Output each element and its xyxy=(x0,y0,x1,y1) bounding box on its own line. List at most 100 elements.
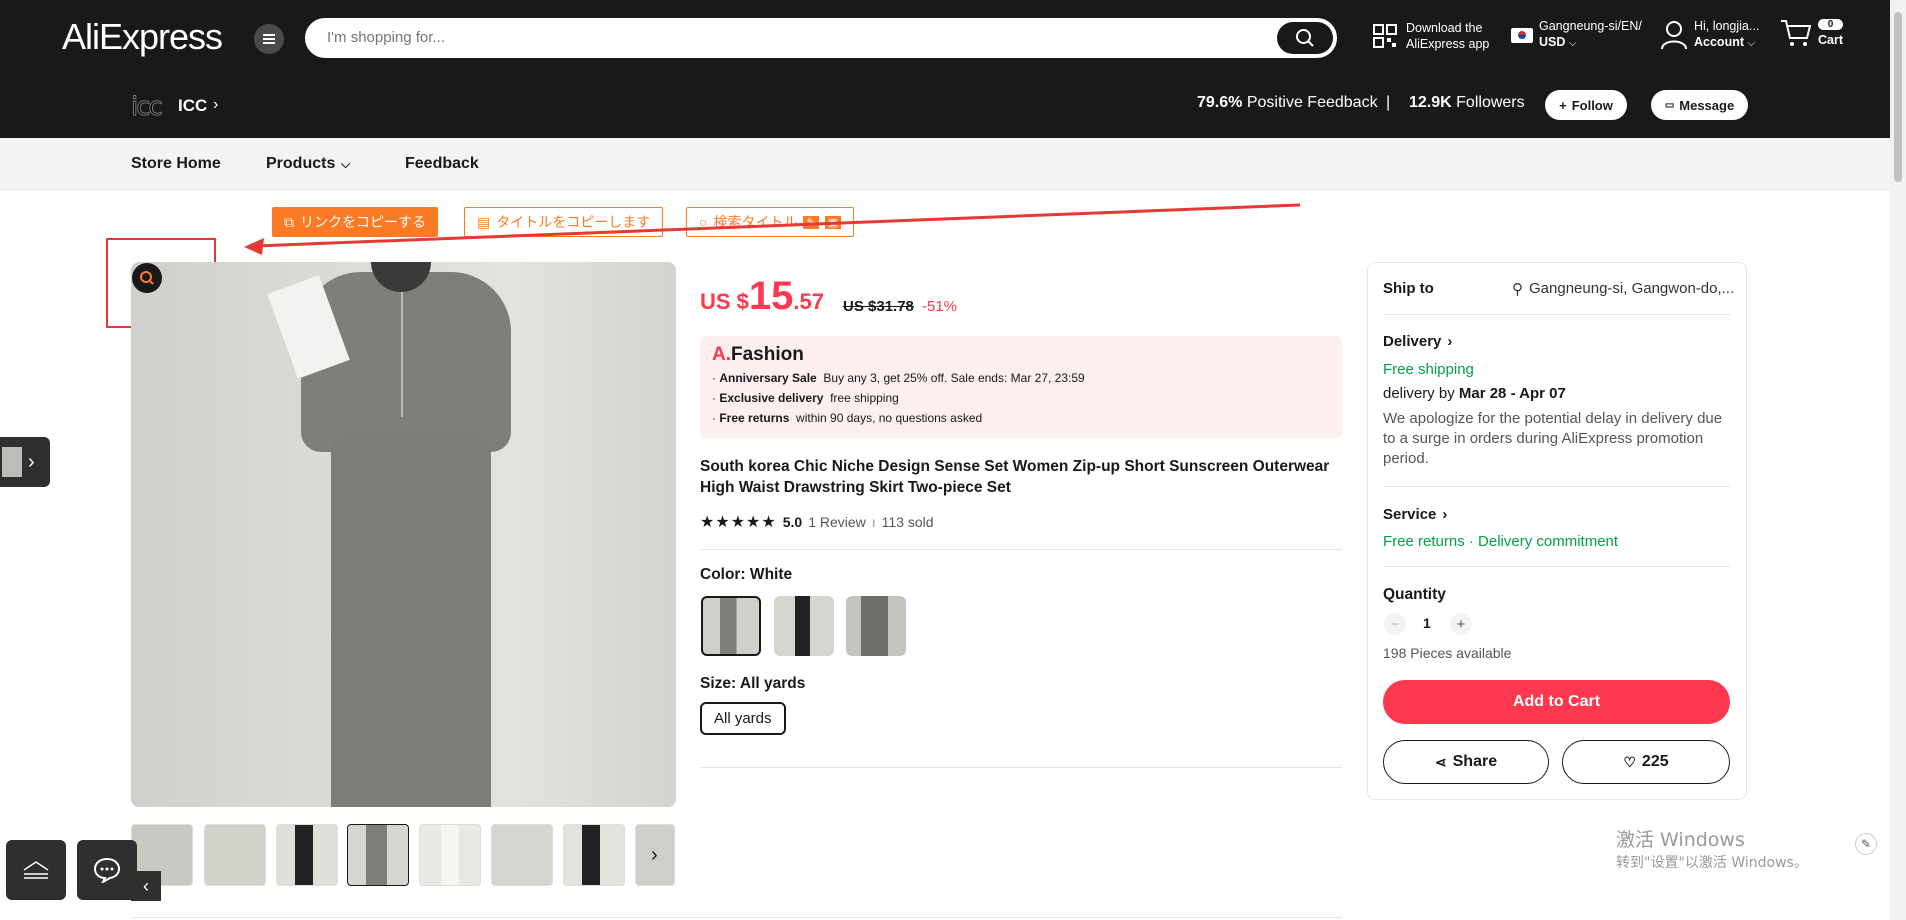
free-shipping: Free shipping xyxy=(1383,361,1474,378)
ship-to-value: Gangneung-si, Gangwon-do,... xyxy=(1529,280,1735,297)
chat-bubble-icon xyxy=(93,857,121,883)
chevron-right-icon[interactable]: › xyxy=(651,844,658,867)
service-commitment: Delivery commitment xyxy=(1478,533,1619,550)
category-menu-button[interactable] xyxy=(254,24,284,54)
wishlist-button[interactable]: ♡ 225 xyxy=(1562,740,1730,784)
quantity-decrease-button[interactable]: − xyxy=(1384,613,1406,635)
document-icon: ▤ xyxy=(477,213,491,230)
chevron-right-icon: › xyxy=(1447,333,1453,350)
heart-icon: ♡ xyxy=(1623,753,1636,770)
nav-products[interactable]: Products xyxy=(266,155,335,173)
size-label: Size: All yards xyxy=(700,675,806,692)
ship-to-selector[interactable]: ⚲ Gangneung-si, Gangwon-do,... xyxy=(1512,280,1734,298)
quantity-label: Quantity xyxy=(1383,586,1446,603)
edit-icon[interactable]: ✎ xyxy=(1855,833,1877,855)
rating-row: ★★★★★ 5.0 1 Review ı 113 sold xyxy=(700,512,934,532)
region-line1: Gangneung-si/EN/ xyxy=(1539,19,1642,33)
color-swatch-white[interactable] xyxy=(701,596,761,656)
quantity-value[interactable]: 1 xyxy=(1423,615,1431,631)
aliexpress-logo[interactable]: AliExpress xyxy=(62,16,223,58)
sold-count: 113 sold xyxy=(881,514,934,530)
follow-button[interactable]: + Follow xyxy=(1545,90,1627,120)
delivery-link[interactable]: Delivery › xyxy=(1383,333,1452,350)
original-price: US $31.78 xyxy=(843,298,914,315)
positive-feedback: 79.6% Positive Feedback xyxy=(1197,94,1378,112)
page-scrollbar[interactable] xyxy=(1890,0,1906,920)
discount-badge: -51% xyxy=(922,298,958,315)
thumbnail-5[interactable] xyxy=(419,824,481,886)
search-button[interactable] xyxy=(1277,22,1333,54)
promo-brand-a: A. xyxy=(712,344,731,365)
copy-title-button[interactable]: ▤ タイトルをコピーします xyxy=(464,207,664,237)
followers-count: 12.9K Followers xyxy=(1409,94,1525,112)
product-title: South korea Chic Niche Design Sense Set … xyxy=(700,458,1330,496)
price-integer: 15 xyxy=(748,274,794,318)
thumbnail-4[interactable] xyxy=(347,824,409,886)
download-app-link[interactable]: Download the AliExpress app xyxy=(1372,20,1489,52)
price-decimal: .57 xyxy=(793,289,825,314)
service-separator: · xyxy=(1468,533,1474,550)
back-to-top-button[interactable] xyxy=(6,840,66,900)
search-bar xyxy=(305,18,1337,58)
promo-item-3: · Free returns within 90 days, no questi… xyxy=(712,411,983,425)
search-title-button[interactable]: ○ 検索タイトル ✎ ▣ xyxy=(686,207,855,237)
star-rating-icon: ★★★★★ xyxy=(700,514,777,531)
promo-item-2-text: free shipping xyxy=(830,391,899,405)
cart-button[interactable]: 0 Cart xyxy=(1780,18,1844,48)
chevron-right-icon: › xyxy=(1442,506,1448,523)
quantity-increase-button[interactable]: + xyxy=(1450,613,1472,635)
add-to-cart-button[interactable]: Add to Cart xyxy=(1383,680,1730,724)
service-link[interactable]: Service › xyxy=(1383,506,1447,523)
share-icon: ⋖ xyxy=(1434,753,1447,770)
copy-link-button[interactable]: ⧉ リンクをコピーする xyxy=(272,207,438,237)
main-product-image[interactable] xyxy=(131,262,676,807)
search-input[interactable] xyxy=(327,29,1227,46)
color-swatch-gray[interactable] xyxy=(846,596,906,656)
delay-note: We apologize for the potential delay in … xyxy=(1383,410,1723,467)
image-search-button[interactable] xyxy=(132,263,162,293)
qr-code-icon xyxy=(1373,24,1397,48)
promo-banner: A.Fashion · Anniversary Sale Buy any 3, … xyxy=(700,336,1342,438)
share-button[interactable]: ⋖ Share xyxy=(1383,740,1549,784)
cart-count-badge: 0 xyxy=(1818,19,1844,30)
cart-icon xyxy=(1781,20,1812,46)
copy-link-label: リンクをコピーする xyxy=(300,214,426,230)
store-logo[interactable]: icc xyxy=(131,92,164,123)
location-pin-icon: ⚲ xyxy=(1512,281,1523,298)
followers-value: 12.9K xyxy=(1409,94,1452,111)
thumbnail-2[interactable] xyxy=(204,824,266,886)
link-icon: ⧉ xyxy=(284,213,294,230)
korea-flag-icon xyxy=(1511,27,1533,43)
promo-item-2: · Exclusive delivery free shipping xyxy=(712,391,899,405)
divider: | xyxy=(1386,94,1391,111)
hamburger-icon xyxy=(263,38,275,40)
chevron-left-icon: ‹ xyxy=(143,875,149,896)
color-swatch-black[interactable] xyxy=(774,596,834,656)
divider xyxy=(131,917,1342,918)
store-name[interactable]: ICC xyxy=(178,96,207,116)
windows-activation-title: 激活 Windows xyxy=(1616,829,1745,851)
collapse-toggle[interactable]: ‹ xyxy=(131,871,161,901)
plus-icon: + xyxy=(1456,615,1466,633)
thumbnail-7[interactable] xyxy=(563,824,625,886)
size-option-all-yards[interactable]: All yards xyxy=(700,702,786,735)
chevron-down-icon[interactable]: ⌵ xyxy=(341,157,350,172)
thumbnail-6[interactable] xyxy=(491,824,553,886)
nav-feedback[interactable]: Feedback xyxy=(405,155,479,173)
recently-viewed-tab[interactable]: › xyxy=(0,437,50,487)
user-icon xyxy=(1661,21,1687,50)
chevron-right-icon[interactable]: › xyxy=(213,96,218,114)
region-selector[interactable]: Gangneung-si/EN/USD ⌵ xyxy=(1511,18,1642,52)
chevron-down-icon: ⌵ xyxy=(1747,38,1756,49)
delivery-by-prefix: delivery by xyxy=(1383,385,1459,402)
image-icon: ▣ xyxy=(824,215,842,229)
promo-item-3-title: Free returns xyxy=(719,411,790,425)
chat-button[interactable] xyxy=(77,840,137,900)
review-count[interactable]: 1 Review xyxy=(808,514,866,530)
nav-store-home[interactable]: Store Home xyxy=(131,155,221,173)
promo-item-1: · Anniversary Sale Buy any 3, get 25% of… xyxy=(712,371,1085,385)
message-button[interactable]: ▭ Message xyxy=(1651,90,1748,120)
account-menu[interactable]: Hi, longjia... Account ⌵ xyxy=(1660,18,1759,52)
feedback-value: 79.6% xyxy=(1197,94,1243,111)
thumbnail-3[interactable] xyxy=(276,824,338,886)
